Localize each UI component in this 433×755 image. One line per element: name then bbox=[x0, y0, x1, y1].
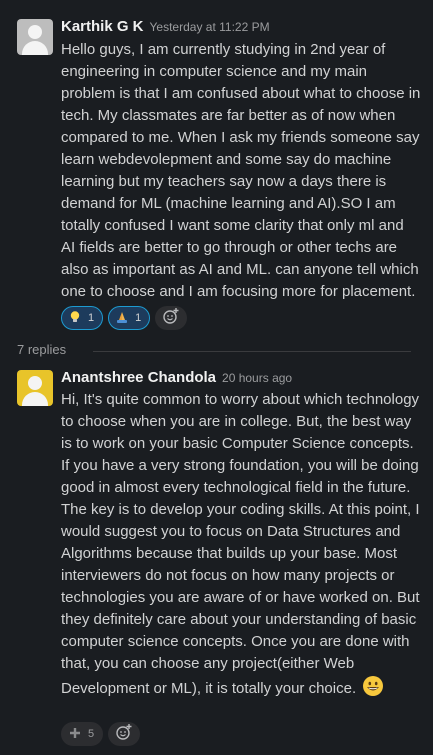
reaction-bulb[interactable]: 1 bbox=[61, 306, 104, 330]
add-emoji-icon bbox=[162, 307, 180, 330]
author-name[interactable]: Karthik G K bbox=[61, 18, 144, 35]
add-emoji-icon bbox=[115, 723, 133, 746]
reaction-count: 1 bbox=[135, 312, 142, 324]
add-reaction-button[interactable] bbox=[155, 306, 188, 330]
grinning-face-icon bbox=[362, 675, 384, 704]
heavy-plus-icon bbox=[68, 726, 82, 743]
avatar[interactable] bbox=[17, 19, 53, 55]
replies-count: 7 replies bbox=[17, 342, 67, 357]
reaction-pray[interactable]: 1 bbox=[108, 306, 151, 330]
replies-divider: 7 replies bbox=[17, 341, 411, 361]
message-text: Hello guys, I am currently studying in 2… bbox=[61, 41, 421, 300]
timestamp[interactable]: Yesterday at 11:22 PM bbox=[150, 20, 270, 34]
author-name[interactable]: Anantshree Chandola bbox=[61, 369, 216, 386]
reaction-plus[interactable]: 5 bbox=[61, 722, 104, 746]
message-text: Hi, It's quite common to worry about whi… bbox=[61, 391, 420, 697]
pray-icon bbox=[115, 310, 129, 327]
timestamp[interactable]: 20 hours ago bbox=[222, 371, 292, 385]
reaction-count: 1 bbox=[88, 312, 95, 324]
divider-line bbox=[93, 351, 411, 352]
avatar[interactable] bbox=[17, 370, 53, 406]
bulb-icon bbox=[68, 310, 82, 327]
reaction-count: 5 bbox=[88, 728, 95, 740]
add-reaction-button[interactable] bbox=[108, 722, 141, 746]
